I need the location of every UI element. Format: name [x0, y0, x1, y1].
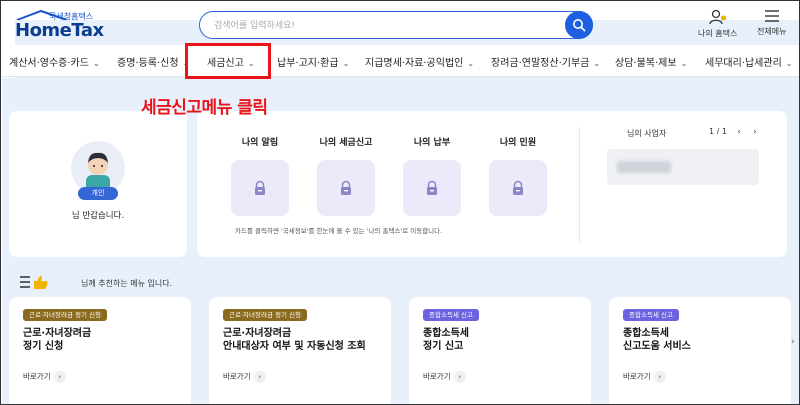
my-payment-title: 나의 납부 [413, 138, 451, 148]
business-title: 님의 사업자 [627, 129, 667, 138]
nav-item-label: 지급명세·자료·공익법인 [365, 58, 464, 69]
my-alerts-title: 나의 알림 [241, 138, 279, 148]
card-tag: 종합소득세 신고 [423, 309, 479, 321]
profile-card: 개인 님 반갑습니다. [9, 111, 187, 257]
card-tag: 근로·자녀장려금 정기 신청 [23, 309, 107, 321]
my-hometax-label: 나의 홈택스 [698, 29, 738, 38]
chevron-down-icon: ⌄ [593, 59, 601, 68]
nav-item-label: 계산서·영수증·카드 [9, 58, 89, 69]
nav-item-invoice[interactable]: 계산서·영수증·카드 ⌄ [9, 54, 100, 69]
card-title: 종합소득세 정기 신고 [423, 328, 469, 352]
thumbs-up-icon [20, 275, 48, 289]
go-link-label: 바로가기 [223, 372, 251, 381]
my-petition-title: 나의 민원 [499, 138, 537, 148]
lock-icon [255, 180, 265, 195]
user-bell-icon [709, 9, 726, 25]
recommend-text: 님께 추천하는 메뉴 입니다. [81, 279, 173, 288]
my-info-card: 나의 알림 나의 세금신고 나의 납부 나의 민원 카드를 클릭하면 '국세정보… [197, 111, 787, 257]
hamburger-icon [764, 10, 779, 22]
info-note: 카드를 클릭하면 '국세정보'를 한눈에 볼 수 있는 '나의 홈택스'로 이동… [235, 227, 443, 235]
chevron-down-icon: ⌄ [467, 59, 475, 68]
arrow-right-icon: › [53, 371, 66, 383]
search-input[interactable] [214, 17, 544, 35]
greeting-text: 님 반갑습니다. [71, 211, 125, 221]
carousel-next-icon[interactable]: › [791, 337, 795, 347]
annotation-text: 세금신고메뉴 클릭 [141, 98, 268, 118]
chevron-left-icon[interactable]: ‹ [738, 127, 741, 136]
nav-item-label: 세무대리·납세관리 [705, 58, 782, 69]
lock-box [231, 160, 289, 216]
nav-item-label: 납부·고지·환급 [277, 58, 339, 69]
nav-item-label: 증명·등록·신청 [117, 58, 179, 69]
my-hometax-button[interactable]: 나의 홈택스 [698, 9, 737, 39]
divider [579, 127, 580, 243]
hometax-window: 국세청홈택스 HomeTax 나의 홈택스 [0, 0, 800, 405]
chevron-right-icon[interactable]: › [753, 127, 756, 136]
arrow-right-icon: › [453, 371, 466, 383]
go-link-label: 바로가기 [23, 372, 51, 381]
recommend-card-2[interactable]: 근로·자녀장려금 정기 신청 근로·자녀장려금 안내대상자 여부 및 자동신청 … [209, 297, 391, 404]
go-link[interactable]: 바로가기 › [223, 371, 266, 383]
recommend-card-3[interactable]: 종합소득세 신고 종합소득세 정기 신고 바로가기 › [409, 297, 591, 404]
go-link-label: 바로가기 [423, 372, 451, 381]
status-badge: 개인 [78, 187, 118, 200]
business-pager: 1 / 1 ‹ › [709, 127, 756, 136]
lock-icon [427, 180, 437, 195]
go-link[interactable]: 바로가기 › [23, 371, 66, 383]
nav-item-label: 장려금·연말정산·기부금 [491, 58, 590, 69]
nav-item-label: 상담·불복·제보 [615, 58, 677, 69]
card-tag: 종합소득세 신고 [623, 309, 679, 321]
pager-count: 1 / 1 [709, 127, 727, 136]
my-tax-filing-card[interactable]: 나의 세금신고 [311, 135, 381, 216]
nav-item-consult[interactable]: 상담·불복·제보 ⌄ [615, 54, 687, 69]
card-tag: 근로·자녀장려금 정기 신청 [223, 309, 307, 321]
card-title: 근로·자녀장려금 정기 신청 [23, 328, 92, 352]
my-petition-card[interactable]: 나의 민원 [483, 135, 553, 216]
all-menu-label: 전체메뉴 [757, 27, 787, 36]
header: 국세청홈택스 HomeTax 나의 홈택스 [1, 1, 799, 347]
business-info-box[interactable] [607, 149, 759, 185]
recommend-icon [19, 273, 51, 295]
highlight-box [185, 43, 271, 79]
chevron-down-icon: ⌄ [680, 59, 688, 68]
card-title: 종합소득세 신고도움 서비스 [623, 328, 691, 352]
my-tax-filing-title: 나의 세금신고 [319, 138, 373, 148]
lock-box [403, 160, 461, 216]
my-payment-card[interactable]: 나의 납부 [397, 135, 467, 216]
blurred-text [617, 161, 671, 173]
nav-item-agent[interactable]: 세무대리·납세관리 ⌄ [705, 54, 792, 69]
my-alerts-card[interactable]: 나의 알림 [225, 135, 295, 216]
search-button[interactable] [565, 11, 593, 39]
go-link[interactable]: 바로가기 › [623, 371, 666, 383]
all-menu-button[interactable]: 전체메뉴 [757, 9, 786, 37]
chevron-down-icon: ⌄ [342, 59, 350, 68]
search-icon [573, 19, 586, 32]
main-nav: 계산서·영수증·카드 ⌄ 증명·등록·신청 ⌄ 세금신고 ⌄ 납부·고지·환급 ⌄ 지급… [1, 45, 799, 77]
chevron-down-icon: ⌄ [785, 59, 793, 68]
lock-box [489, 160, 547, 216]
go-link-label: 바로가기 [623, 372, 651, 381]
nav-item-incentive[interactable]: 장려금·연말정산·기부금 ⌄ [491, 54, 600, 69]
recommend-card-4[interactable]: 종합소득세 신고 종합소득세 신고도움 서비스 바로가기 › [609, 297, 791, 404]
search-bar [199, 11, 593, 39]
nav-item-payment[interactable]: 납부·고지·환급 ⌄ [277, 54, 349, 69]
go-link[interactable]: 바로가기 › [423, 371, 466, 383]
lock-icon [341, 180, 351, 195]
recommend-card-1[interactable]: 근로·자녀장려금 정기 신청 근로·자녀장려금 정기 신청 바로가기 › [9, 297, 191, 404]
nav-item-statements[interactable]: 지급명세·자료·공익법인 ⌄ [365, 54, 474, 69]
card-title: 근로·자녀장려금 안내대상자 여부 및 자동신청 조회 [223, 328, 366, 352]
lock-box [317, 160, 375, 216]
hometax-logo[interactable]: 국세청홈택스 HomeTax [11, 9, 799, 347]
nav-item-certificate[interactable]: 증명·등록·신청 ⌄ [117, 54, 189, 69]
arrow-right-icon: › [253, 371, 266, 383]
lock-icon [513, 180, 523, 195]
arrow-right-icon: › [653, 371, 666, 383]
chevron-down-icon: ⌄ [92, 59, 100, 68]
